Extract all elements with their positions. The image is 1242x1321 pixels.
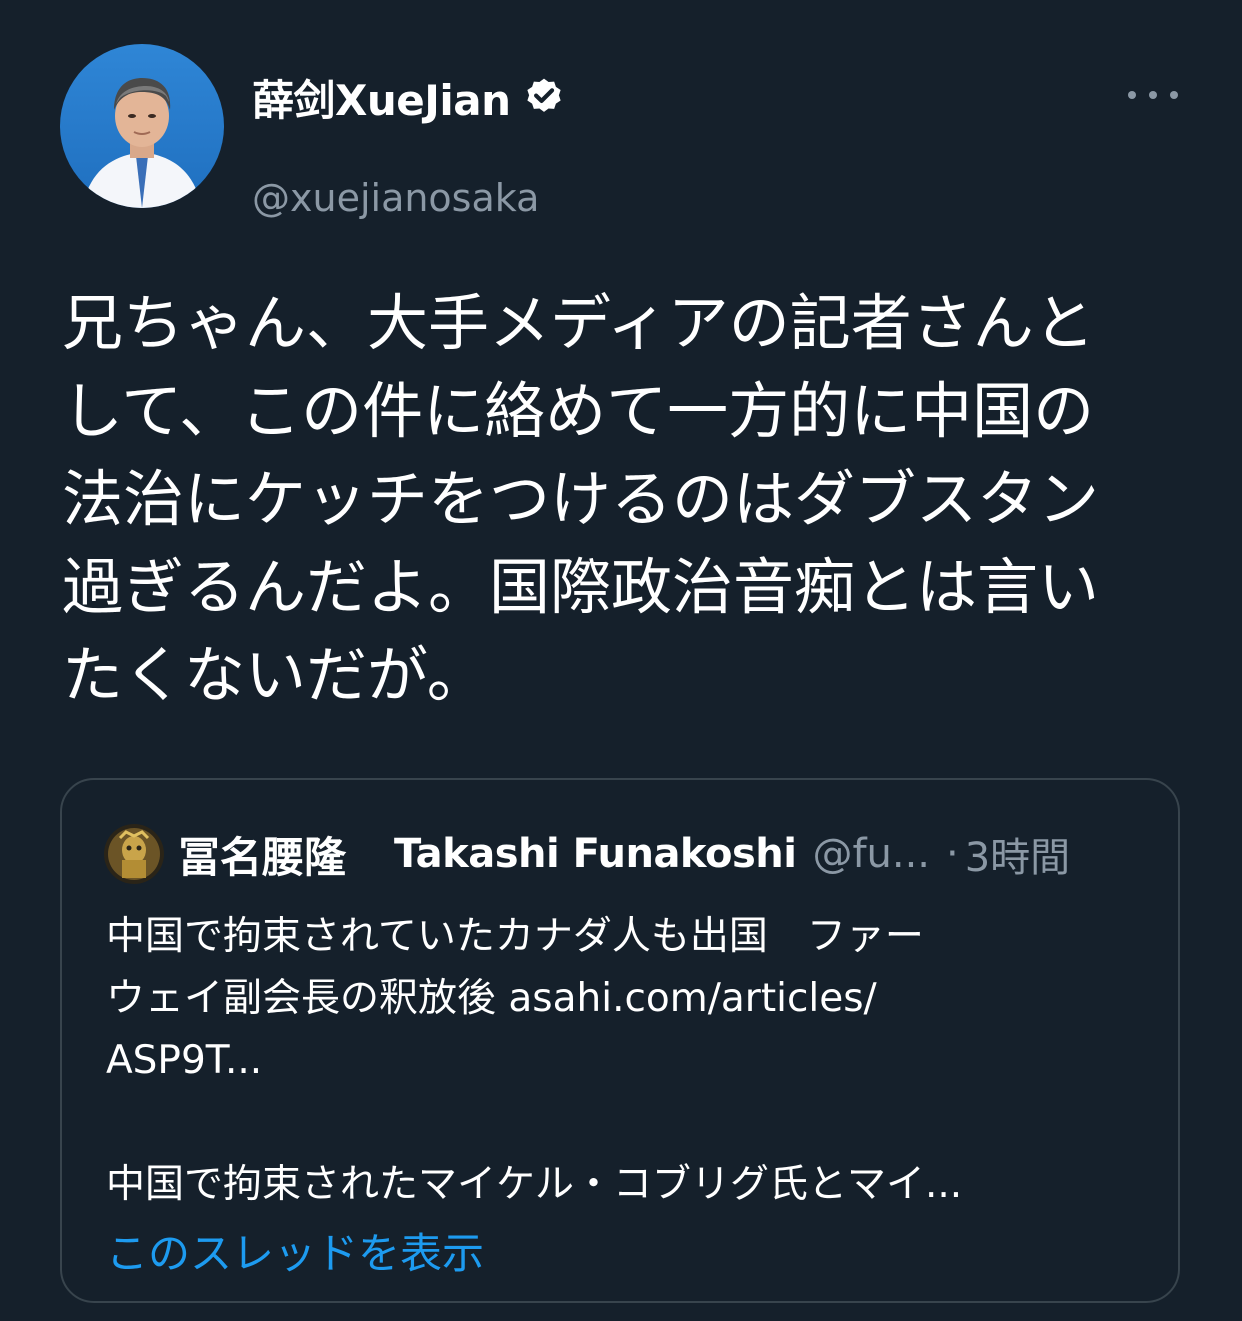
quoted-author-name-jp[interactable]: 冨名腰隆 [178,824,346,885]
verified-badge-icon [526,78,561,112]
tweet-line: 過ぎるんだよ。国際政治音痴とは言い [62,552,1100,623]
quoted-author-name-en[interactable]: Takashi Funakoshi [394,831,797,877]
more-dot [1149,91,1157,99]
tweet-text: 兄ちゃん、大手メディアの記者さんと して、この件に絡めて一方的に中国の 法治にケ… [62,280,1192,720]
tweet-line: たくないだが。 [62,640,488,711]
author-avatar[interactable] [60,44,224,208]
author-name[interactable]: 薛剑XueJian [252,67,511,128]
quoted-line: ウェイ副会長の釈放後 asahi.com/articles/ [106,976,877,1021]
show-thread-link[interactable]: このスレッドを表示 [106,1220,484,1281]
more-dot [1170,91,1178,99]
author-name-row[interactable]: 薛剑XueJian [252,68,565,126]
more-options-icon[interactable] [1128,82,1178,108]
quoted-line: 中国で拘束されていたカナダ人も出国 ファー [106,914,924,959]
quoted-separator: · [946,831,959,877]
author-handle[interactable]: @xuejianosaka [252,176,539,220]
quoted-tweet-text: 中国で拘束されていたカナダ人も出国 ファー ウェイ副会長の釈放後 asahi.c… [106,906,1146,1216]
quoted-timestamp[interactable]: 3時間 [965,825,1070,883]
quoted-line-second: 中国で拘束されたマイケル・コブリグ氏とマイ... [106,1162,963,1207]
quoted-tweet-header: 冨名腰隆 Takashi Funakoshi @fu... · 3時間 [104,822,1144,886]
quoted-tweet-card[interactable]: 冨名腰隆 Takashi Funakoshi @fu... · 3時間 中国で拘… [60,778,1180,1303]
more-dot [1128,91,1136,99]
quoted-author-avatar[interactable] [104,824,164,884]
quoted-author-handle[interactable]: @fu... [812,831,930,877]
quoted-line: ASP9T... [106,1038,263,1083]
tweet-line: 兄ちゃん、大手メディアの記者さんと [62,288,1095,359]
tweet-header: 薛剑XueJian @xuejianosaka [60,44,1190,220]
tweet-line: 法治にケッチをつけるのはダブスタン [62,464,1100,535]
tweet-line: して、この件に絡めて一方的に中国の [62,376,1095,447]
